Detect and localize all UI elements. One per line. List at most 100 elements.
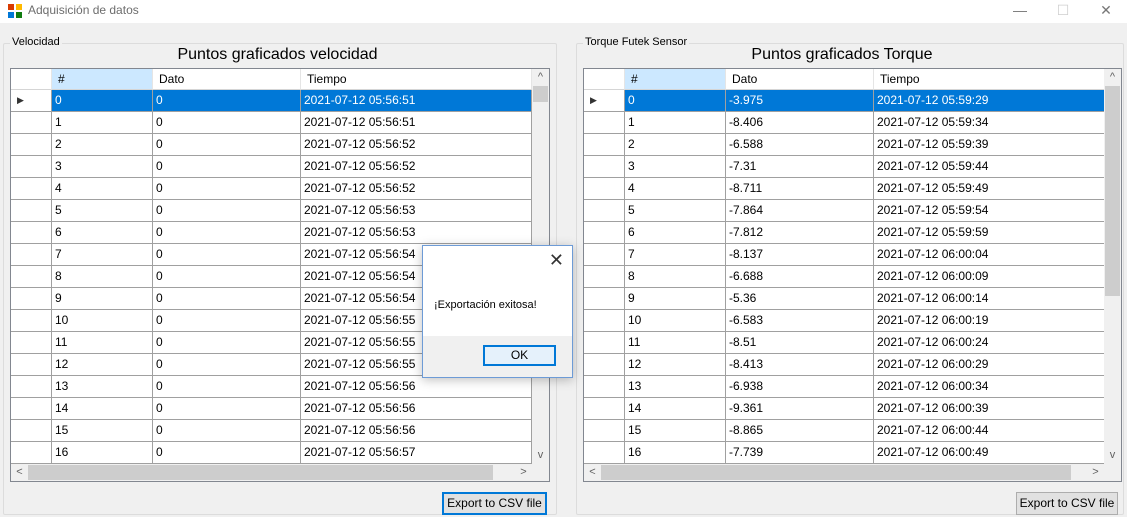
row-header[interactable] (11, 354, 52, 376)
row-header[interactable] (584, 222, 625, 244)
table-cell[interactable]: 0 (625, 90, 726, 112)
table-cell[interactable]: -8.51 (726, 332, 874, 354)
table-cell[interactable]: 15 (625, 420, 726, 442)
row-header[interactable] (11, 112, 52, 134)
table-cell[interactable]: 2021-07-12 05:59:39 (874, 134, 1105, 156)
row-header[interactable] (11, 244, 52, 266)
table-cell[interactable]: -8.406 (726, 112, 874, 134)
table-row[interactable]: ▶ 0 0 2021-07-12 05:56:51 (11, 90, 532, 112)
table-cell[interactable]: 13 (625, 376, 726, 398)
column-header[interactable]: Dato (726, 69, 874, 90)
table-cell[interactable]: 16 (52, 442, 153, 464)
row-header[interactable] (11, 266, 52, 288)
row-header[interactable]: ▶ (584, 90, 625, 112)
row-header[interactable] (584, 200, 625, 222)
table-cell[interactable]: 16 (625, 442, 726, 464)
column-header[interactable]: Dato (153, 69, 301, 90)
table-cell[interactable]: 0 (153, 222, 301, 244)
row-header[interactable] (11, 200, 52, 222)
table-row[interactable]: 10 -6.583 2021-07-12 06:00:19 (584, 310, 1105, 332)
vertical-scroll-thumb[interactable] (533, 86, 548, 102)
table-cell[interactable]: 2021-07-12 05:59:44 (874, 156, 1105, 178)
table-cell[interactable]: -7.812 (726, 222, 874, 244)
table-cell[interactable]: 0 (153, 398, 301, 420)
table-cell[interactable]: 8 (52, 266, 153, 288)
table-cell[interactable]: 3 (52, 156, 153, 178)
scroll-down-icon[interactable]: v (532, 447, 549, 464)
row-header[interactable] (11, 398, 52, 420)
table-cell[interactable]: 11 (52, 332, 153, 354)
table-cell[interactable]: 12 (52, 354, 153, 376)
column-header[interactable]: Tiempo (301, 69, 532, 90)
scroll-up-icon[interactable]: ^ (1104, 69, 1121, 86)
row-header[interactable] (11, 156, 52, 178)
table-row[interactable]: 15 -8.865 2021-07-12 06:00:44 (584, 420, 1105, 442)
table-cell[interactable]: -8.137 (726, 244, 874, 266)
table-row[interactable]: 16 0 2021-07-12 05:56:57 (11, 442, 532, 464)
table-cell[interactable]: 2021-07-12 05:56:53 (301, 200, 532, 222)
table-cell[interactable]: 2021-07-12 05:56:52 (301, 156, 532, 178)
table-cell[interactable]: 2021-07-12 05:59:54 (874, 200, 1105, 222)
table-cell[interactable]: 2021-07-12 06:00:39 (874, 398, 1105, 420)
table-cell[interactable]: 2021-07-12 05:56:51 (301, 90, 532, 112)
table-row[interactable]: 3 -7.31 2021-07-12 05:59:44 (584, 156, 1105, 178)
scroll-down-icon[interactable]: v (1104, 447, 1121, 464)
table-cell[interactable]: 3 (625, 156, 726, 178)
table-cell[interactable]: 7 (52, 244, 153, 266)
table-cell[interactable]: 2021-07-12 05:56:56 (301, 420, 532, 442)
table-cell[interactable]: -9.361 (726, 398, 874, 420)
table-row[interactable]: 14 0 2021-07-12 05:56:56 (11, 398, 532, 420)
table-cell[interactable]: 2021-07-12 05:59:34 (874, 112, 1105, 134)
table-cell[interactable]: -8.413 (726, 354, 874, 376)
row-header[interactable]: ▶ (11, 90, 52, 112)
table-cell[interactable]: 0 (153, 266, 301, 288)
horizontal-scrollbar[interactable]: < > (11, 464, 532, 481)
table-row[interactable]: 13 0 2021-07-12 05:56:56 (11, 376, 532, 398)
table-cell[interactable]: -6.938 (726, 376, 874, 398)
row-header[interactable] (11, 178, 52, 200)
table-cell[interactable]: 7 (625, 244, 726, 266)
table-cell[interactable]: 0 (153, 376, 301, 398)
table-cell[interactable]: 2021-07-12 06:00:14 (874, 288, 1105, 310)
row-header[interactable] (11, 288, 52, 310)
table-cell[interactable]: 2021-07-12 06:00:49 (874, 442, 1105, 464)
column-header[interactable]: # (52, 69, 153, 90)
table-row[interactable]: 11 -8.51 2021-07-12 06:00:24 (584, 332, 1105, 354)
table-cell[interactable]: 2021-07-12 05:56:53 (301, 222, 532, 244)
table-cell[interactable]: -7.739 (726, 442, 874, 464)
row-header[interactable] (584, 178, 625, 200)
scroll-left-icon[interactable]: < (584, 464, 601, 481)
table-row[interactable]: 8 -6.688 2021-07-12 06:00:09 (584, 266, 1105, 288)
table-cell[interactable]: 1 (625, 112, 726, 134)
row-header[interactable] (11, 134, 52, 156)
dialog-close-icon[interactable]: ✕ (549, 250, 564, 270)
table-row[interactable]: 1 0 2021-07-12 05:56:51 (11, 112, 532, 134)
close-window-button[interactable]: ✕ (1083, 0, 1127, 23)
table-cell[interactable]: 2021-07-12 06:00:34 (874, 376, 1105, 398)
horizontal-scroll-thumb[interactable] (28, 465, 493, 480)
table-row[interactable]: 5 0 2021-07-12 05:56:53 (11, 200, 532, 222)
table-cell[interactable]: -5.36 (726, 288, 874, 310)
row-header[interactable] (11, 442, 52, 464)
table-row[interactable]: 6 -7.812 2021-07-12 05:59:59 (584, 222, 1105, 244)
row-header[interactable] (584, 420, 625, 442)
table-cell[interactable]: 6 (625, 222, 726, 244)
table-row[interactable]: 9 -5.36 2021-07-12 06:00:14 (584, 288, 1105, 310)
scroll-up-icon[interactable]: ^ (532, 69, 549, 86)
table-cell[interactable]: 0 (153, 310, 301, 332)
table-cell[interactable]: 11 (625, 332, 726, 354)
table-cell[interactable]: -6.583 (726, 310, 874, 332)
table-row[interactable]: 6 0 2021-07-12 05:56:53 (11, 222, 532, 244)
table-row[interactable]: ▶ 0 -3.975 2021-07-12 05:59:29 (584, 90, 1105, 112)
row-header[interactable] (584, 112, 625, 134)
row-header[interactable] (584, 310, 625, 332)
table-cell[interactable]: -6.688 (726, 266, 874, 288)
velocity-export-csv-button[interactable]: Export to CSV file (442, 492, 547, 515)
table-row[interactable]: 2 -6.588 2021-07-12 05:59:39 (584, 134, 1105, 156)
table-cell[interactable]: 0 (153, 156, 301, 178)
row-header[interactable] (584, 398, 625, 420)
vertical-scrollbar[interactable]: ^ v (1104, 69, 1121, 464)
table-cell[interactable]: 0 (153, 288, 301, 310)
table-cell[interactable]: 2021-07-12 06:00:44 (874, 420, 1105, 442)
table-row[interactable]: 4 -8.711 2021-07-12 05:59:49 (584, 178, 1105, 200)
